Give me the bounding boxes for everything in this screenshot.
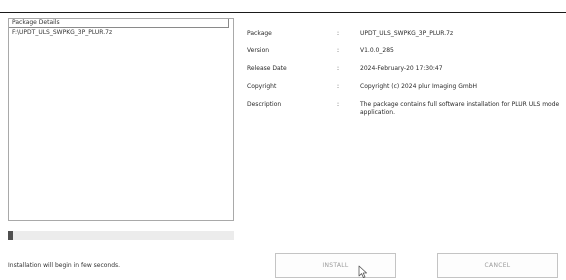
detail-label-release-date: Release Date xyxy=(247,65,287,72)
detail-separator: : xyxy=(337,30,340,37)
package-list-item[interactable]: F:\UPDT_ULS_SWPKG_3P_PLUR.7z xyxy=(12,29,112,37)
install-button[interactable]: INSTALL xyxy=(275,253,396,278)
package-list-panel[interactable]: Package Details F:\UPDT_ULS_SWPKG_3P_PLU… xyxy=(8,18,234,221)
detail-separator: : xyxy=(337,101,340,108)
detail-row-release-date: Release Date : 2024-February-20 17:30:47 xyxy=(247,65,557,77)
arrow-cursor-icon xyxy=(358,265,367,278)
detail-row-version: Version : V1.0.0_285 xyxy=(247,47,557,59)
detail-row-copyright: Copyright : Copyright (c) 2024 plur Imag… xyxy=(247,83,557,95)
detail-value-version: V1.0.0_285 xyxy=(360,47,394,54)
detail-value-package: UPDT_ULS_SWPKG_3P_PLUR.7z xyxy=(360,30,454,37)
detail-row-package: Package : UPDT_ULS_SWPKG_3P_PLUR.7z xyxy=(247,30,557,42)
detail-label-description: Description xyxy=(247,101,282,108)
detail-separator: : xyxy=(337,47,340,54)
detail-value-description: The package contains full software insta… xyxy=(360,101,560,116)
installer-window: Package Details F:\UPDT_ULS_SWPKG_3P_PLU… xyxy=(0,0,566,280)
install-progress-fill xyxy=(8,231,13,240)
detail-value-release-date: 2024-February-20 17:30:47 xyxy=(360,65,443,72)
status-message: Installation will begin in few seconds. xyxy=(8,262,121,269)
detail-value-copyright: Copyright (c) 2024 plur Imaging GmbH xyxy=(360,83,478,90)
cancel-button[interactable]: CANCEL xyxy=(437,253,558,278)
detail-separator: : xyxy=(337,83,340,90)
detail-label-copyright: Copyright xyxy=(247,83,277,90)
detail-label-version: Version xyxy=(247,47,270,54)
package-list-header: Package Details xyxy=(9,19,229,28)
detail-row-description: Description : The package contains full … xyxy=(247,101,559,116)
detail-separator: : xyxy=(337,65,340,72)
top-divider xyxy=(0,12,566,13)
install-progress-bar xyxy=(8,231,234,240)
detail-label-package: Package xyxy=(247,30,272,37)
